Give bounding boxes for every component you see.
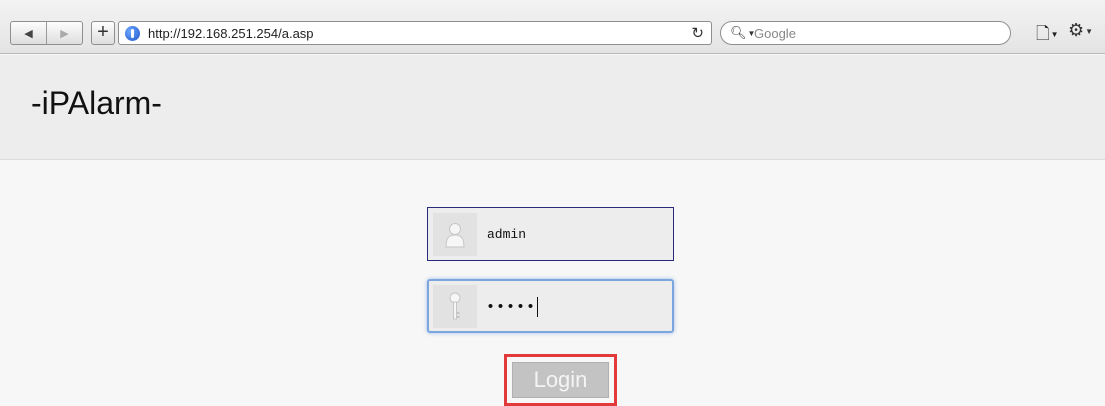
login-button-highlight: Login [504, 354, 617, 406]
forward-arrow-icon: ▶ [60, 27, 69, 40]
login-button[interactable]: Login [512, 362, 609, 398]
page-title: -iPAlarm- [31, 85, 162, 121]
username-value: admin [487, 227, 527, 242]
password-dots: ••••• [486, 298, 537, 316]
gear-icon[interactable]: ⚙▼ [1068, 20, 1093, 41]
password-value: ••••• [486, 297, 539, 317]
search-placeholder: Google [754, 26, 796, 41]
add-bookmark-button[interactable]: + [91, 21, 115, 45]
password-field[interactable]: ••••• [427, 279, 674, 333]
address-bar[interactable]: http://192.168.251.254/a.asp ↻ [118, 21, 712, 45]
text-cursor [537, 297, 539, 317]
page-menu-icon[interactable]: 🗋▼ [1036, 21, 1059, 50]
url-text: http://192.168.251.254/a.asp [148, 26, 314, 41]
site-info-icon[interactable] [125, 26, 140, 41]
search-bar[interactable]: 🔍︎▼ Google [720, 21, 1011, 45]
browser-toolbar: ◀ ▶ + http://192.168.251.254/a.asp ↻ 🔍︎▼… [0, 0, 1105, 54]
page-header: -iPAlarm- [0, 55, 1105, 160]
reload-icon[interactable]: ↻ [691, 24, 704, 42]
user-icon [433, 213, 477, 256]
forward-button[interactable]: ▶ [47, 22, 82, 44]
back-arrow-icon: ◀ [24, 27, 33, 40]
key-icon [433, 285, 477, 328]
nav-button-group: ◀ ▶ [10, 21, 83, 45]
plus-icon: + [97, 21, 109, 43]
search-icon[interactable]: 🔍︎▼ [730, 25, 755, 41]
username-field[interactable]: admin [427, 207, 674, 261]
back-button[interactable]: ◀ [11, 22, 47, 44]
